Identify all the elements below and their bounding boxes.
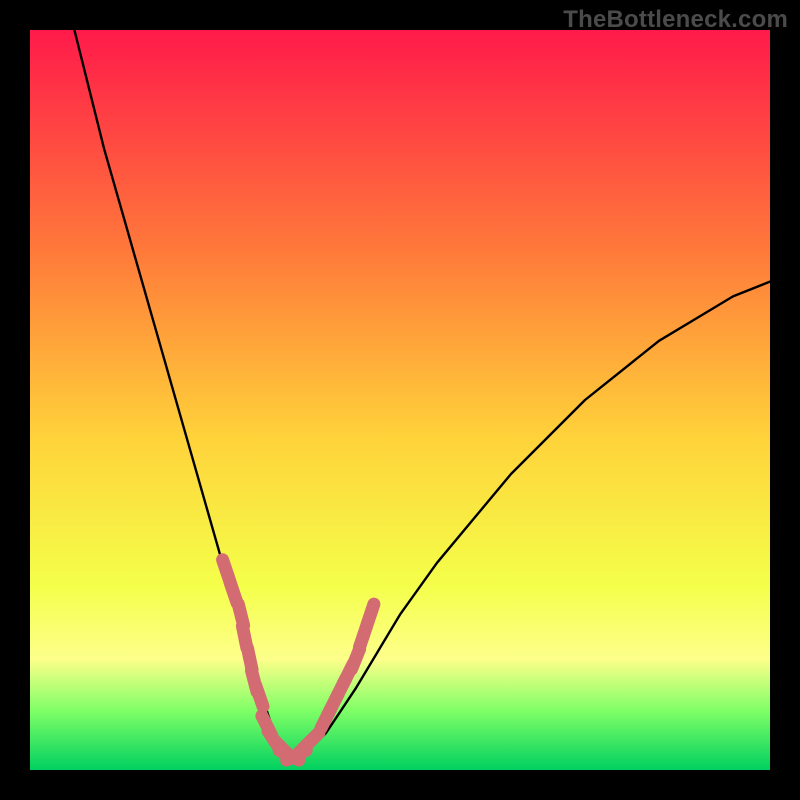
marker-capsule bbox=[256, 686, 263, 707]
plot-area bbox=[30, 30, 770, 770]
marker-capsule bbox=[367, 604, 374, 625]
gradient-background bbox=[30, 30, 770, 770]
chart-frame: TheBottleneck.com bbox=[0, 0, 800, 800]
chart-svg bbox=[30, 30, 770, 770]
watermark-text: TheBottleneck.com bbox=[563, 6, 788, 34]
